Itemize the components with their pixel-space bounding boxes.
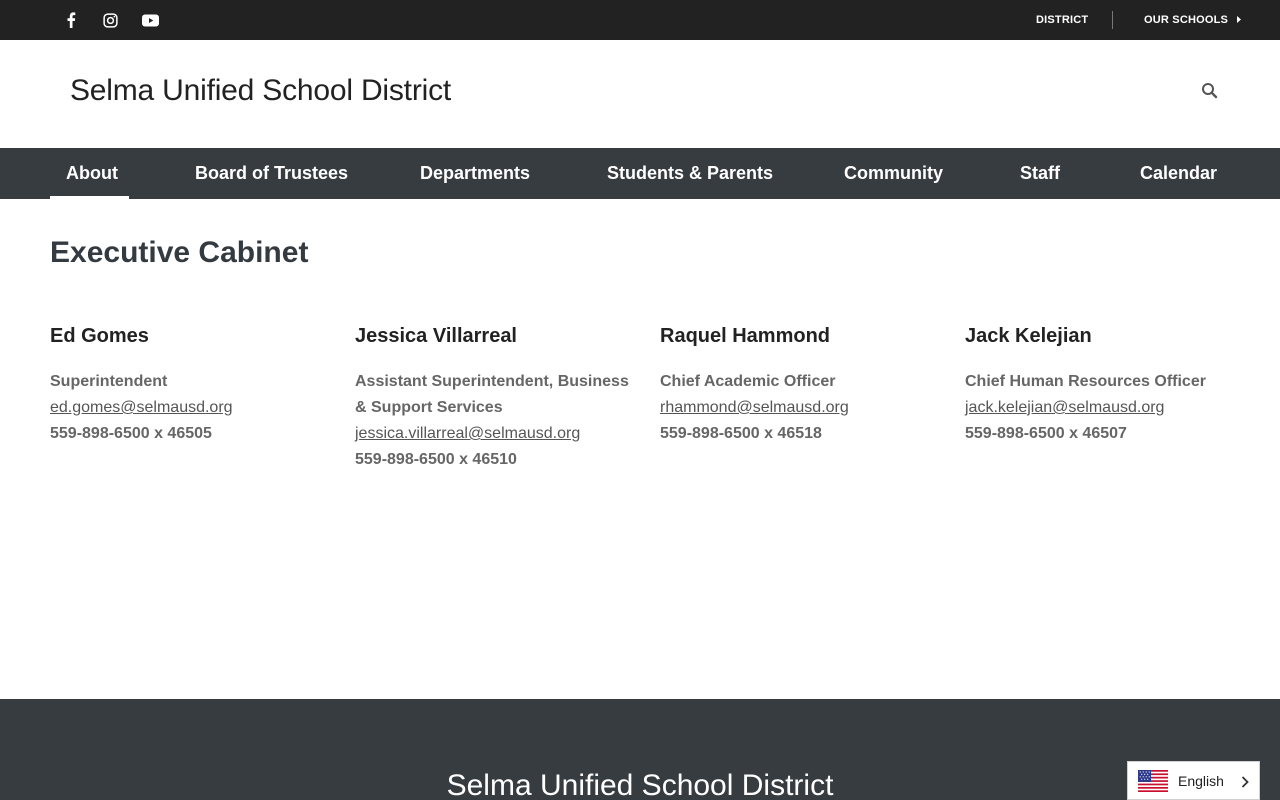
staff-card: Jack Kelejian Chief Human Resources Offi… [965, 322, 1240, 447]
site-footer: Selma Unified School District [0, 699, 1280, 800]
chevron-right-icon [1240, 775, 1250, 788]
search-icon[interactable] [1200, 81, 1220, 101]
facebook-icon[interactable] [59, 0, 83, 40]
staff-phone: 559-898-6500 x 46507 [965, 425, 1127, 442]
our-schools-label: OUR SCHOOLS [1144, 14, 1229, 26]
staff-email-link[interactable]: jack.kelejian@selmausd.org [965, 395, 1240, 421]
instagram-icon[interactable] [98, 0, 122, 40]
staff-phone: 559-898-6500 x 46505 [50, 425, 212, 442]
staff-role: Superintendent [50, 373, 168, 390]
site-header: Selma Unified School District [0, 40, 1280, 148]
nav-item-students-parents[interactable]: Students & Parents [607, 148, 773, 199]
staff-name: Ed Gomes [50, 325, 149, 347]
our-schools-dropdown[interactable]: OUR SCHOOLS [1144, 0, 1242, 40]
main-navigation: About Board of Trustees Departments Stud… [0, 148, 1280, 199]
staff-card: Raquel Hammond Chief Academic Officer rh… [660, 322, 935, 447]
staff-email-link[interactable]: ed.gomes@selmausd.org [50, 395, 325, 421]
language-label: English [1178, 773, 1224, 789]
staff-role: Chief Human Resources Officer [965, 373, 1206, 390]
staff-phone: 559-898-6500 x 46518 [660, 425, 822, 442]
staff-card: Ed Gomes Superintendent ed.gomes@selmaus… [50, 322, 325, 447]
staff-role: Chief Academic Officer [660, 373, 836, 390]
nav-item-about[interactable]: About [66, 148, 118, 199]
nav-item-community[interactable]: Community [844, 148, 943, 199]
us-flag-icon [1138, 770, 1168, 792]
page-title: Executive Cabinet [50, 236, 309, 269]
staff-email-link[interactable]: rhammond@selmausd.org [660, 395, 935, 421]
staff-name: Jack Kelejian [965, 325, 1092, 347]
staff-name: Raquel Hammond [660, 325, 831, 347]
staff-name: Jessica Villarreal [355, 325, 517, 347]
staff-email-link[interactable]: jessica.villarreal@selmausd.org [355, 421, 630, 447]
nav-item-calendar[interactable]: Calendar [1140, 148, 1217, 199]
nav-item-board-of-trustees[interactable]: Board of Trustees [195, 148, 348, 199]
site-title[interactable]: Selma Unified School District [70, 74, 451, 108]
caret-right-icon [1237, 0, 1242, 40]
youtube-icon[interactable] [138, 0, 162, 40]
language-selector[interactable]: English [1127, 761, 1260, 800]
footer-title: Selma Unified School District [446, 769, 834, 800]
staff-phone: 559-898-6500 x 46510 [355, 451, 517, 468]
staff-card: Jessica Villarreal Assistant Superintend… [355, 322, 630, 473]
district-link[interactable]: DISTRICT [1036, 0, 1088, 40]
nav-active-indicator [50, 196, 129, 199]
nav-item-staff[interactable]: Staff [1020, 148, 1060, 199]
nav-item-departments[interactable]: Departments [420, 148, 530, 199]
top-utility-bar: DISTRICT OUR SCHOOLS [0, 0, 1280, 40]
topbar-divider [1112, 11, 1113, 29]
staff-role: Assistant Superintendent, Business & Sup… [355, 373, 629, 416]
